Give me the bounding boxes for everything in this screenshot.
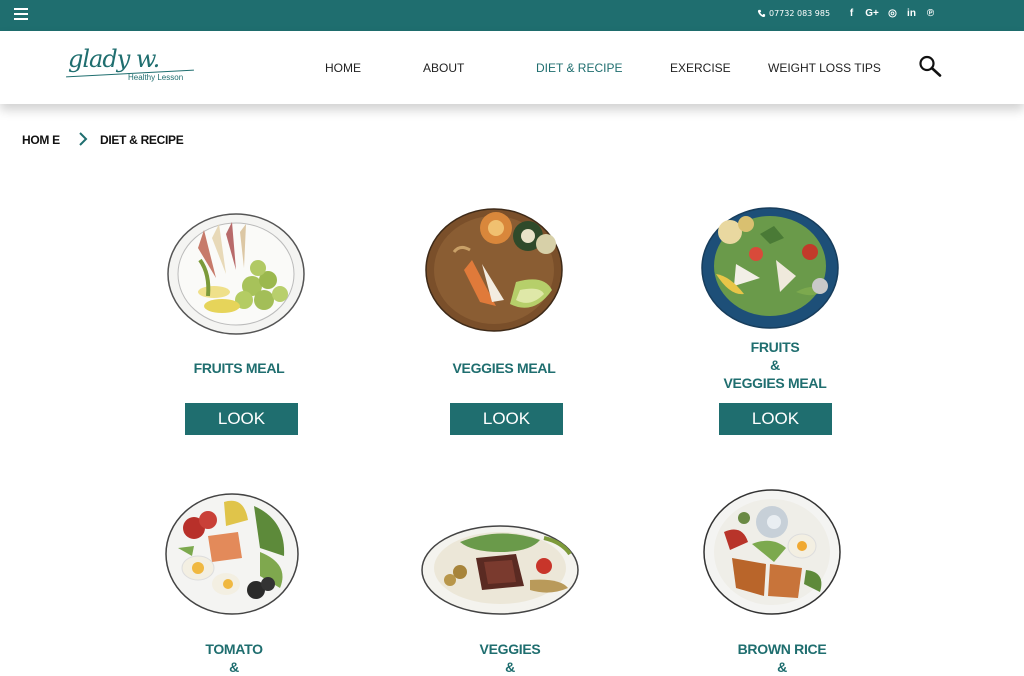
instagram-icon[interactable]: ◎ — [886, 7, 899, 20]
menu-icon[interactable] — [14, 8, 28, 20]
top-bar: 07732 083 985 f G+ ◎ in ℗ — [0, 0, 1024, 31]
tomato-meal-image[interactable] — [164, 492, 302, 618]
phone-number: 07732 083 985 — [769, 9, 831, 18]
card-title-tomato: TOMATO & — [205, 641, 263, 675]
social-links: f G+ ◎ in ℗ — [845, 7, 937, 20]
google-plus-icon[interactable]: G+ — [864, 7, 880, 20]
facebook-icon[interactable]: f — [845, 7, 858, 20]
search-icon[interactable] — [918, 55, 942, 77]
veggies-steak-image[interactable] — [420, 522, 584, 618]
veggies-meal-image[interactable] — [424, 204, 566, 334]
card-title-veggies-meal: VEGGIES MEAL — [452, 360, 556, 376]
phone-contact[interactable]: 07732 083 985 — [757, 9, 830, 18]
look-button-veggies-meal[interactable]: LOOK — [450, 403, 563, 435]
brown-rice-image[interactable] — [702, 488, 842, 618]
breadcrumb-current: DIET & RECIPE — [100, 133, 184, 147]
logo-tagline: Healthy Lesson — [128, 73, 184, 82]
look-button-fruits-veggies-meal[interactable]: LOOK — [719, 403, 832, 435]
nav-exercise[interactable]: EXERCISE — [670, 61, 731, 75]
nav-weight-loss-tips[interactable]: WEIGHT LOSS TIPS — [768, 61, 881, 75]
phone-icon — [757, 9, 766, 18]
site-logo[interactable]: glady w. Healthy Lesson — [66, 43, 198, 93]
breadcrumb-home[interactable]: HOM E — [22, 133, 60, 147]
look-button-fruits-meal[interactable]: LOOK — [185, 403, 298, 435]
nav-diet-recipe[interactable]: DIET & RECIPE — [536, 61, 622, 75]
nav-about[interactable]: ABOUT — [423, 61, 464, 75]
card-title-brown-rice: BROWN RICE & — [737, 641, 827, 675]
linkedin-icon[interactable]: in — [905, 7, 918, 20]
nav-home[interactable]: HOME — [325, 61, 361, 75]
pinterest-icon[interactable]: ℗ — [924, 7, 937, 20]
fruits-meal-image[interactable] — [164, 208, 309, 338]
card-title-fruits-meal: FRUITS MEAL — [193, 360, 285, 376]
card-title-veggies: VEGGIES & — [479, 641, 541, 675]
logo-script: glady w. — [68, 45, 160, 73]
fruits-veggies-meal-image[interactable] — [700, 204, 842, 332]
chevron-right-icon — [79, 132, 88, 146]
card-title-fruits-veggies-meal: FRUITS & VEGGIES MEAL — [723, 339, 827, 391]
